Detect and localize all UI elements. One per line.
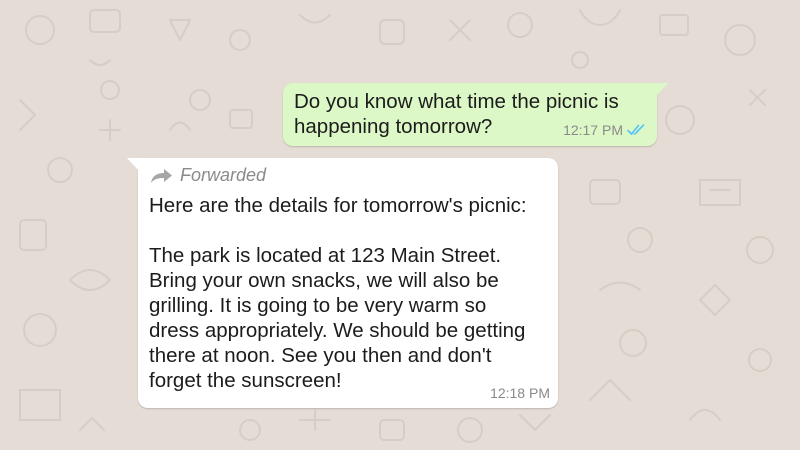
forwarded-label-row: Forwarded [149, 165, 266, 186]
forwarded-label: Forwarded [180, 165, 267, 185]
outgoing-bubble-tail [656, 83, 668, 96]
outgoing-message-bubble[interactable]: Do you know what time the picnic is happ… [283, 83, 668, 146]
outgoing-message-meta: 12:17 PM [563, 122, 647, 138]
forward-arrow-icon [149, 168, 173, 184]
incoming-message-text: Here are the details for tomorrow's picn… [149, 194, 527, 392]
double-check-icon [627, 124, 647, 136]
incoming-bubble-tail [127, 158, 139, 171]
incoming-message-time: 12:18 PM [490, 385, 550, 401]
outgoing-message-time: 12:17 PM [563, 122, 623, 138]
incoming-message-bubble[interactable]: Forwarded Here are the details for tomor… [127, 158, 558, 408]
